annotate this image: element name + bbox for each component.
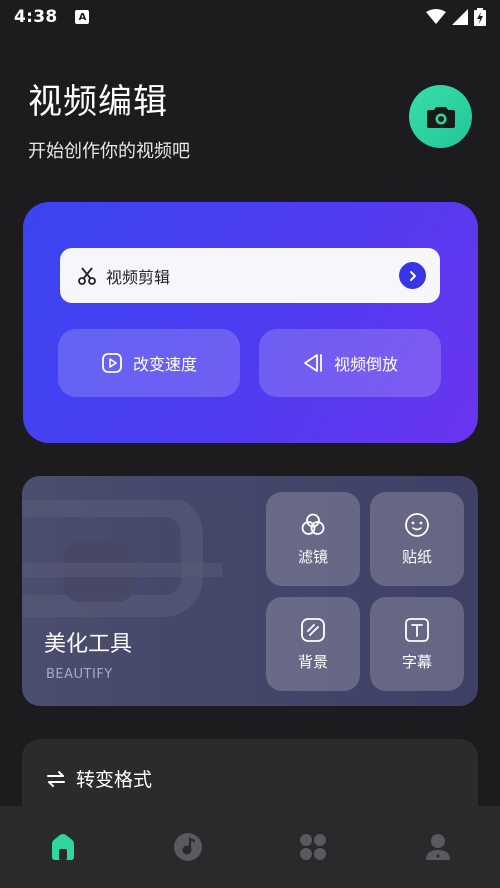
chevron-right-icon: [399, 262, 426, 289]
swap-icon: [47, 770, 65, 787]
sticker-button[interactable]: 贴纸: [370, 492, 464, 586]
filter-button[interactable]: 滤镜: [266, 492, 360, 586]
beautify-title: 美化工具: [44, 632, 133, 657]
caption-label: 字幕: [401, 652, 432, 671]
video-cut-label: 视频剪辑: [106, 267, 171, 287]
change-speed-label: 改变速度: [132, 355, 197, 374]
notification-app-icon: A: [75, 10, 90, 24]
page-title: 视频编辑: [28, 82, 168, 122]
status-time: 4:38: [14, 7, 58, 27]
camera-button[interactable]: [409, 85, 472, 148]
play-square-icon: [102, 353, 122, 373]
background-label: 背景: [297, 652, 328, 671]
beautify-card: 美化工具 BEAUTIFY 滤镜 贴纸 背景 字幕: [22, 476, 478, 706]
battery-charging-icon: [474, 8, 486, 26]
edit-card: 视频剪辑 改变速度 视频倒放: [23, 202, 478, 443]
apps-icon: [299, 834, 326, 860]
nav-home[interactable]: [0, 806, 125, 888]
caption-icon: [405, 617, 429, 642]
nav-music[interactable]: [125, 806, 250, 888]
format-label: 转变格式: [76, 769, 153, 791]
filter-icon: [301, 513, 325, 535]
format-row: 转变格式: [46, 765, 152, 792]
music-icon: [173, 833, 202, 861]
wifi-icon: [426, 9, 446, 24]
reverse-icon: [304, 354, 322, 372]
reverse-video-button[interactable]: 视频倒放: [259, 329, 441, 397]
status-bar: 4:38 A: [0, 0, 500, 34]
reverse-video-label: 视频倒放: [333, 355, 398, 374]
nav-apps[interactable]: [250, 806, 375, 888]
video-cut-button[interactable]: 视频剪辑: [60, 248, 440, 303]
sticker-label: 贴纸: [401, 547, 432, 566]
signal-icon: [452, 9, 468, 25]
change-speed-button[interactable]: 改变速度: [58, 329, 240, 397]
filter-label: 滤镜: [297, 547, 328, 566]
background-icon: [301, 617, 325, 642]
beautify-subtitle: BEAUTIFY: [46, 667, 113, 682]
nav-profile[interactable]: [375, 806, 500, 888]
sticker-icon: [405, 512, 429, 537]
scissors-icon: [78, 266, 96, 285]
bottom-nav: [0, 806, 500, 888]
background-button[interactable]: 背景: [266, 597, 360, 691]
camera-icon: [426, 106, 455, 128]
page-subtitle: 开始创作你的视频吧: [28, 141, 190, 162]
profile-icon: [425, 834, 450, 860]
status-icons: [426, 8, 486, 26]
home-icon: [51, 834, 74, 860]
caption-button[interactable]: 字幕: [370, 597, 464, 691]
